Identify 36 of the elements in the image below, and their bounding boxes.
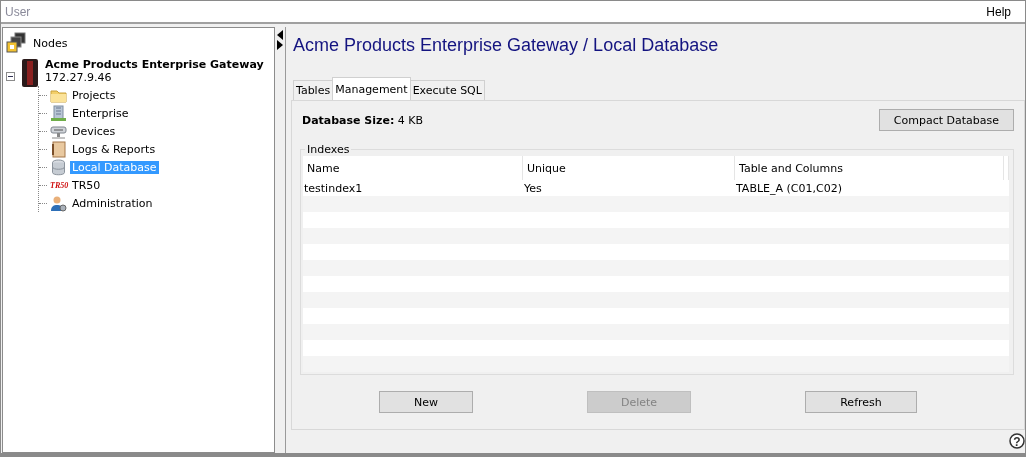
help-icon[interactable]: ? xyxy=(1009,433,1025,449)
tab[interactable]: Execute SQL xyxy=(409,80,485,100)
page-title: Acme Products Enterprise Gateway / Local Database xyxy=(293,35,720,57)
gateway-name[interactable]: Acme Products Enterprise Gateway xyxy=(45,58,264,71)
building-icon xyxy=(50,104,67,122)
group-label: Indexes xyxy=(306,143,351,156)
person-icon xyxy=(50,194,67,212)
database-size: Database Size: 4 KB xyxy=(302,113,424,127)
column-header[interactable]: Unique xyxy=(523,156,735,180)
column-header[interactable]: Table and Columns xyxy=(735,156,1004,180)
tab[interactable]: Management xyxy=(332,77,411,100)
notebook-icon xyxy=(50,140,67,158)
table-cell: TABLE_A (C01,C02) xyxy=(735,180,1004,196)
menu-item[interactable]: Help xyxy=(986,4,1021,19)
tab[interactable]: Tables xyxy=(293,80,334,100)
compact-database-button[interactable]: Compact Database xyxy=(878,109,1014,131)
action-button[interactable]: Refresh xyxy=(805,391,917,413)
tree-item[interactable]: Nodes xyxy=(31,36,70,50)
minus-icon xyxy=(8,74,13,79)
collapse-icon[interactable] xyxy=(6,72,15,81)
table-cell: testindex1 xyxy=(303,180,523,196)
tree-item[interactable]: Administration xyxy=(70,196,155,210)
column-header[interactable]: Name xyxy=(303,156,523,180)
expand-right-icon xyxy=(277,40,283,50)
action-button[interactable]: New xyxy=(379,391,473,413)
database-icon xyxy=(50,158,67,176)
table-cell: Yes xyxy=(523,180,735,196)
tree-item[interactable]: TR50 xyxy=(70,178,103,192)
tree-item[interactable]: Enterprise xyxy=(70,106,131,120)
nodes-icon xyxy=(6,32,28,54)
tree-item[interactable]: Logs & Reports xyxy=(70,142,158,156)
tree-item[interactable]: Projects xyxy=(70,88,118,102)
collapse-left-icon xyxy=(277,30,283,40)
ip-address: 172.27.9.46 xyxy=(45,71,113,84)
logo-icon: TR50 xyxy=(50,180,67,190)
tree-item[interactable]: Devices xyxy=(70,124,118,138)
